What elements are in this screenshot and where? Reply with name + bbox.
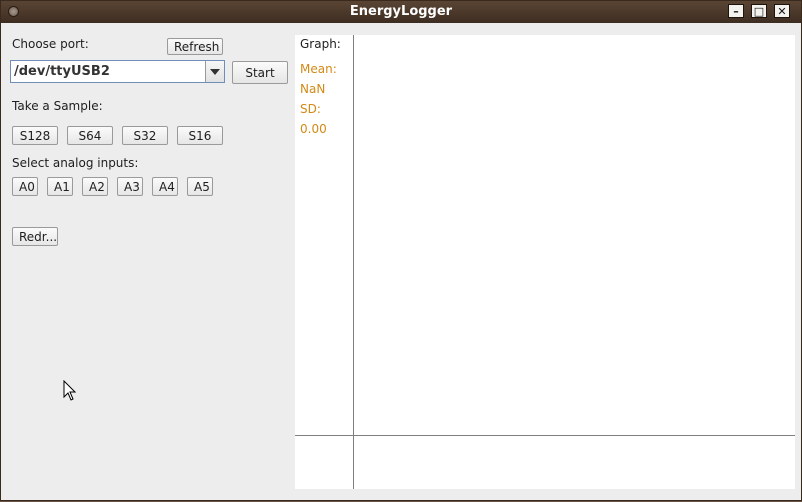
graph-edge	[795, 35, 801, 489]
analog-a0-button[interactable]: A0	[12, 177, 38, 196]
redraw-button[interactable]: Redr...	[12, 227, 58, 246]
sample-s128-button[interactable]: S128	[12, 126, 58, 145]
choose-port-label: Choose port:	[12, 37, 89, 51]
graph-y-axis	[353, 35, 354, 489]
port-select-value: /dev/ttyUSB2	[14, 64, 110, 79]
analog-a3-button[interactable]: A3	[117, 177, 143, 196]
control-panel: Choose port: Refresh /dev/ttyUSB2 Start …	[1, 23, 295, 502]
sample-s64-button[interactable]: S64	[67, 126, 113, 145]
analog-a2-button[interactable]: A2	[82, 177, 108, 196]
refresh-button[interactable]: Refresh	[167, 38, 223, 55]
chevron-down-icon[interactable]	[205, 61, 224, 82]
graph-x-axis	[295, 435, 795, 436]
window-title: EnergyLogger	[349, 4, 453, 19]
minimize-icon[interactable]: –	[728, 4, 744, 18]
mean-value: NaN	[300, 82, 326, 96]
app-window: EnergyLogger – □ ✕ Choose port: Refresh …	[0, 0, 802, 501]
take-sample-label: Take a Sample:	[12, 99, 103, 113]
sd-value: 0.00	[300, 122, 327, 136]
analog-a1-button[interactable]: A1	[47, 177, 73, 196]
title-bar: EnergyLogger – □ ✕	[1, 1, 801, 23]
analog-a4-button[interactable]: A4	[152, 177, 178, 196]
start-button[interactable]: Start	[232, 61, 288, 84]
sample-s16-button[interactable]: S16	[177, 126, 223, 145]
port-select[interactable]: /dev/ttyUSB2	[10, 60, 225, 83]
close-icon[interactable]: ✕	[774, 4, 790, 18]
analog-a5-button[interactable]: A5	[187, 177, 213, 196]
sd-label: SD:	[300, 102, 321, 116]
select-analog-label: Select analog inputs:	[12, 156, 139, 170]
window-menu-icon[interactable]	[8, 6, 19, 17]
graph-label: Graph:	[300, 37, 341, 51]
mean-label: Mean:	[300, 62, 337, 76]
graph-canvas	[295, 35, 795, 489]
mouse-pointer-icon	[63, 380, 77, 401]
sample-s32-button[interactable]: S32	[122, 126, 168, 145]
maximize-icon[interactable]: □	[751, 4, 767, 18]
